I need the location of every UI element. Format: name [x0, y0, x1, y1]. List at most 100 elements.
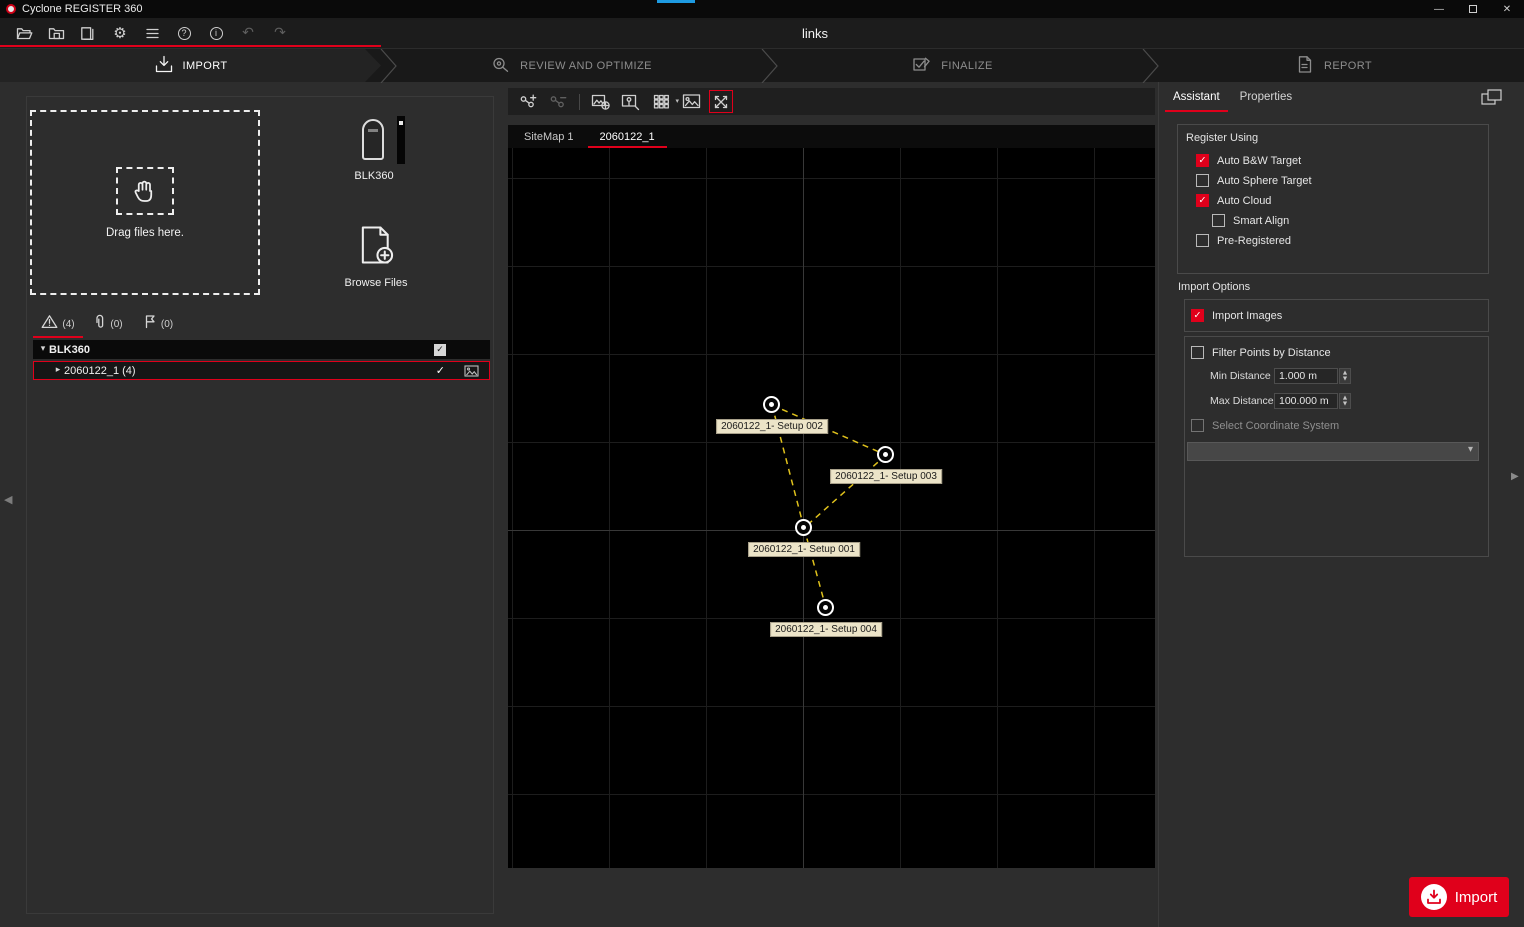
- min-distance-spinner[interactable]: ▲▼: [1339, 368, 1351, 384]
- info-icon[interactable]: i: [206, 22, 226, 44]
- workflow-step-review-and-optimize[interactable]: REVIEW AND OPTIMIZE: [381, 49, 762, 82]
- file-drop-zone[interactable]: Drag files here.: [30, 110, 260, 295]
- left-tab-issues[interactable]: (4): [33, 310, 83, 338]
- setup-link-line[interactable]: [804, 528, 826, 608]
- auto-cloud-align-icon[interactable]: [709, 90, 733, 113]
- setup-node-2060122-1-setup-004[interactable]: [817, 599, 834, 616]
- visual-align-icon[interactable]: [619, 90, 643, 113]
- workflow-step-import[interactable]: IMPORT: [0, 49, 381, 82]
- device-scrollbar[interactable]: [397, 116, 405, 164]
- pano-preview-icon[interactable]: [679, 90, 703, 113]
- browse-files-button[interactable]: Browse Files: [338, 224, 414, 289]
- sitemap-tab-2060122-1[interactable]: 2060122_1: [588, 125, 667, 148]
- blk360-device-icon[interactable]: [362, 119, 384, 160]
- maximize-icon: [1469, 5, 1477, 13]
- layout-panels-icon[interactable]: [1481, 89, 1502, 111]
- open-project-icon[interactable]: [14, 22, 34, 44]
- setup-label[interactable]: 2060122_1- Setup 002: [716, 419, 828, 434]
- max-distance-spinner[interactable]: ▲▼: [1339, 393, 1351, 409]
- create-link-icon[interactable]: [516, 90, 540, 113]
- remove-link-icon[interactable]: [546, 90, 570, 113]
- option-label: Auto Sphere Target: [1217, 175, 1312, 187]
- tree-row-2060122-1[interactable]: ▸ 2060122_1 (4) ✓: [33, 361, 490, 380]
- app-title: Cyclone REGISTER 360: [22, 3, 142, 15]
- main-toolbar: ⚙?i↶↷ links: [0, 18, 1524, 48]
- device-label: BLK360: [338, 170, 410, 182]
- setup-node-2060122-1-setup-002[interactable]: [763, 396, 780, 413]
- project-library-icon[interactable]: [78, 22, 98, 44]
- import-button[interactable]: Import: [1409, 877, 1509, 917]
- register-using-title: Register Using: [1186, 132, 1488, 144]
- right-panel-tabs: AssistantProperties: [1165, 82, 1300, 112]
- checkbox-auto-sphere-target[interactable]: [1196, 174, 1209, 187]
- pano-image-icon[interactable]: [464, 365, 479, 377]
- workflow-step-report[interactable]: REPORT: [1143, 49, 1524, 82]
- max-distance-row: Max Distance 100.000 m ▲▼: [1210, 393, 1488, 409]
- coordinate-system-select[interactable]: ▾: [1187, 442, 1479, 461]
- redo-icon[interactable]: ↷: [270, 22, 290, 44]
- checkbox-smart-align[interactable]: [1212, 214, 1225, 227]
- import-options-title: Import Options: [1178, 281, 1250, 293]
- checkbox-auto-b-w-target[interactable]: ✓: [1196, 154, 1209, 167]
- checkbox-auto-cloud[interactable]: ✓: [1196, 194, 1209, 207]
- maximize-button[interactable]: [1456, 0, 1490, 18]
- drag-hand-icon: [116, 167, 174, 215]
- app-logo-icon: [6, 4, 16, 14]
- paperclip-icon: [93, 314, 106, 334]
- setup-label[interactable]: 2060122_1- Setup 004: [770, 622, 882, 637]
- option-label: Pre-Registered: [1217, 235, 1291, 247]
- settings-icon[interactable]: ⚙: [110, 22, 130, 44]
- import-button-label: Import: [1455, 889, 1498, 906]
- right-tab-properties[interactable]: Properties: [1232, 82, 1300, 112]
- close-button[interactable]: ✕: [1490, 0, 1524, 18]
- coordinate-system-checkbox[interactable]: [1191, 419, 1204, 432]
- log-icon[interactable]: [142, 22, 162, 44]
- collapse-arrow-icon[interactable]: ▾: [37, 345, 49, 354]
- import-images-label: Import Images: [1212, 310, 1282, 322]
- save-project-icon[interactable]: [46, 22, 66, 44]
- marker-icon: [143, 314, 157, 334]
- setup-label[interactable]: 2060122_1- Setup 001: [748, 542, 860, 557]
- expand-arrow-icon[interactable]: ▸: [52, 366, 64, 375]
- help-icon[interactable]: ?: [174, 22, 194, 44]
- left-tab-markers[interactable]: (0): [133, 310, 183, 338]
- min-distance-input[interactable]: 1.000 m: [1274, 368, 1338, 384]
- checkbox-pre-registered[interactable]: [1196, 234, 1209, 247]
- minimize-button[interactable]: —: [1422, 0, 1456, 18]
- coordinate-system-row: Select Coordinate System: [1191, 419, 1488, 432]
- import-icon: [1421, 884, 1447, 910]
- option-label: Smart Align: [1233, 215, 1289, 227]
- option-smart-align: Smart Align: [1212, 214, 1488, 227]
- tree-row-blk360[interactable]: ▾ BLK360 ✓: [33, 340, 490, 359]
- collapse-right-panel-icon[interactable]: ▶: [1511, 472, 1519, 482]
- min-distance-label: Min Distance: [1210, 370, 1274, 382]
- setup-link-line[interactable]: [804, 455, 886, 528]
- left-tab-attachments[interactable]: (0): [83, 310, 133, 338]
- option-auto-sphere-target: Auto Sphere Target: [1196, 174, 1488, 187]
- workflow-step-finalize[interactable]: FINALIZE: [762, 49, 1143, 82]
- option-label: Auto Cloud: [1217, 195, 1271, 207]
- tree-checkbox[interactable]: ✓: [434, 344, 446, 356]
- drop-zone-label: Drag files here.: [106, 227, 184, 239]
- active-step-indicator: [0, 45, 381, 47]
- auto-target-link-icon[interactable]: [589, 90, 613, 113]
- undo-icon[interactable]: ↶: [238, 22, 258, 44]
- setup-label[interactable]: 2060122_1- Setup 003: [830, 469, 942, 484]
- point-grid-icon[interactable]: ▾: [649, 90, 673, 113]
- right-tab-assistant[interactable]: Assistant: [1165, 82, 1228, 112]
- setup-node-2060122-1-setup-001[interactable]: [795, 519, 812, 536]
- setup-node-2060122-1-setup-003[interactable]: [877, 446, 894, 463]
- filter-points-box: Filter Points by Distance Min Distance 1…: [1184, 336, 1489, 557]
- import-images-checkbox[interactable]: ✓: [1191, 309, 1204, 322]
- sitemap-canvas[interactable]: 2060122_1- Setup 002 2060122_1- Setup 003…: [508, 148, 1155, 868]
- max-distance-input[interactable]: 100.000 m: [1274, 393, 1338, 409]
- check-icon: ✓: [436, 365, 445, 376]
- option-auto-cloud: ✓ Auto Cloud: [1196, 194, 1488, 207]
- window-controls: — ✕: [1422, 0, 1524, 18]
- min-distance-row: Min Distance 1.000 m ▲▼: [1210, 368, 1488, 384]
- tab-count: (0): [110, 319, 122, 330]
- collapse-left-panel-icon[interactable]: ◀: [4, 494, 12, 505]
- sitemap-tab-sitemap-1[interactable]: SiteMap 1: [512, 125, 586, 148]
- filter-points-checkbox[interactable]: [1191, 346, 1204, 359]
- filter-points-label: Filter Points by Distance: [1212, 347, 1331, 359]
